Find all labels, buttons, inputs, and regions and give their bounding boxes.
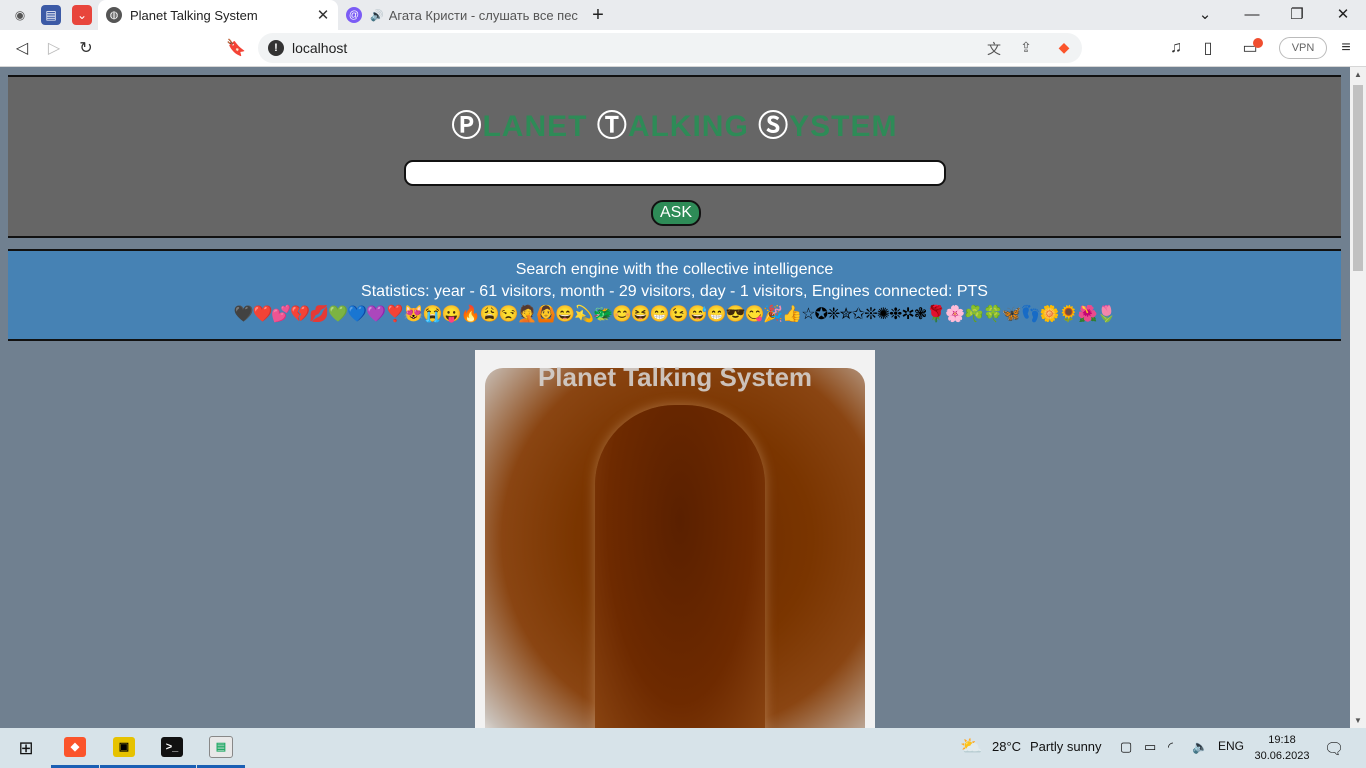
menu-icon[interactable]: ≡ (1334, 36, 1358, 60)
start-button[interactable]: ⊞ (2, 728, 50, 768)
windows-logo-icon: ⊞ (18, 737, 34, 758)
bookmark-icon[interactable]: 🔖 (224, 36, 248, 60)
photo-figure (595, 405, 765, 728)
reload-icon[interactable]: ↻ (74, 36, 98, 60)
pinned-app-icon[interactable]: ▤ (41, 5, 61, 25)
browser-toolbar: ◁ ▷ ↻ 🔖 ! localhost 文 ⇪ ◆ ♫ ▯ ▭ VPN ≡ (0, 30, 1366, 67)
battery-icon[interactable]: ▭ (1144, 739, 1156, 755)
scrollbar-thumb[interactable] (1353, 85, 1363, 271)
weather-text[interactable]: Partly sunny (1030, 739, 1102, 754)
statistics-text: Statistics: year - 61 visitors, month - … (361, 283, 988, 300)
brave-shield-icon[interactable]: ◆ (1054, 39, 1074, 57)
page-scrollbar[interactable]: ▲ ▼ (1350, 67, 1366, 728)
taskbar-brave[interactable]: ◆ (51, 728, 99, 768)
tab-title: Агата Кристи - слушать все песни (388, 7, 578, 23)
clock-date: 30.06.2023 (1254, 750, 1310, 762)
back-icon[interactable]: ◁ (10, 36, 34, 60)
scroll-up-icon[interactable]: ▲ (1350, 70, 1366, 79)
window-app-icon: ▤ (209, 735, 233, 758)
sidebar-icon[interactable]: ▯ (1196, 36, 1220, 60)
scroll-down-icon[interactable]: ▼ (1350, 716, 1366, 725)
tab-strip: ◉ ▤ ⌄ ◍ Planet Talking System ✕ @ 🔊 Агат… (0, 0, 1366, 30)
notifications-icon[interactable]: 🗨 (1324, 739, 1344, 759)
notification-badge (1253, 38, 1263, 48)
close-tab-icon[interactable]: ✕ (314, 6, 332, 24)
app-icon: ▣ (113, 736, 135, 757)
image-caption: Planet Talking System (537, 362, 813, 392)
clock-time: 19:18 (1268, 734, 1296, 746)
emoji-row: 🖤❤️💕💔💋💚💙💜❣️😻😭😛🔥😩😒🤦🙆😄💫🐲😊😆😁😉😅😁😎😋🎉👍☆✪❈✮✩❊✺❉… (233, 306, 1117, 323)
stats-panel: Search engine with the collective intell… (8, 249, 1341, 341)
site-header: ⓅLANET ⓉALKING ⓈYSTEM ASK (8, 75, 1341, 238)
logo-word: ALKING (627, 110, 759, 143)
share-icon[interactable]: ⇪ (1016, 39, 1036, 57)
weather-temp[interactable]: 28°C (992, 739, 1021, 754)
page-viewport: ⓅLANET ⓉALKING ⓈYSTEM ASK Search engine … (0, 67, 1350, 728)
site-info-icon[interactable]: ! (268, 40, 284, 56)
logo-letter: Ⓣ (596, 110, 628, 143)
media-playlist-icon[interactable]: ♫ (1164, 36, 1188, 60)
translate-icon[interactable]: 文 (984, 39, 1004, 57)
windows-taskbar: ⊞ ◆ ▣ >_ ▤ ⛅ 28°C Partly sunny ▢ ▭ ◜ 🔈 E… (0, 728, 1366, 768)
search-input[interactable] (404, 160, 946, 186)
brave-icon: ◆ (64, 736, 86, 757)
hero-image: Planet Talking System (475, 350, 875, 728)
taskbar-terminal[interactable]: >_ (148, 728, 196, 768)
restore-button[interactable]: ❐ (1282, 4, 1312, 26)
new-tab-button[interactable]: + (583, 4, 613, 26)
tab-search-chevron-icon[interactable]: ⌄ (1190, 4, 1220, 26)
logo-letter: Ⓢ (758, 110, 790, 143)
site-logo: ⓅLANET ⓉALKING ⓈYSTEM (8, 101, 1341, 145)
pocket-icon[interactable]: ⌄ (72, 5, 92, 25)
terminal-icon: >_ (161, 736, 183, 757)
logo-letter: Ⓟ (451, 110, 483, 143)
weather-icon[interactable]: ⛅ (960, 736, 982, 757)
tab-title: Planet Talking System (130, 7, 258, 23)
address-bar[interactable]: ! localhost 文 ⇪ ◆ (258, 33, 1082, 63)
url-text[interactable]: localhost (292, 40, 347, 56)
meet-now-icon[interactable]: ▢ (1120, 739, 1132, 755)
vpn-button[interactable]: VPN (1279, 37, 1327, 59)
wifi-icon[interactable]: ◜ (1168, 739, 1173, 755)
close-window-button[interactable]: ✕ (1328, 4, 1358, 26)
taskbar-app-2[interactable]: ▣ (100, 728, 148, 768)
podcast-icon[interactable]: ◉ (10, 5, 30, 25)
clock[interactable]: 19:18 30.06.2023 (1254, 732, 1310, 764)
logo-word: YSTEM (789, 110, 898, 143)
tab-agata-kristi[interactable]: @ 🔊 Агата Кристи - слушать все песни (338, 0, 578, 30)
forward-icon[interactable]: ▷ (42, 36, 66, 60)
site-favicon-icon: @ (346, 7, 362, 23)
taskbar-app-4[interactable]: ▤ (197, 728, 245, 768)
ask-button[interactable]: ASK (651, 200, 701, 226)
minimize-button[interactable]: — (1237, 4, 1267, 26)
logo-word: LANET (482, 110, 597, 143)
globe-icon: ◍ (106, 7, 122, 23)
speaker-icon[interactable]: 🔊 (370, 9, 384, 22)
language-indicator[interactable]: ENG (1218, 739, 1244, 753)
volume-icon[interactable]: 🔈 (1192, 739, 1208, 755)
tab-planet-talking-system[interactable]: ◍ Planet Talking System ✕ (98, 0, 338, 30)
tagline: Search engine with the collective intell… (515, 261, 834, 278)
